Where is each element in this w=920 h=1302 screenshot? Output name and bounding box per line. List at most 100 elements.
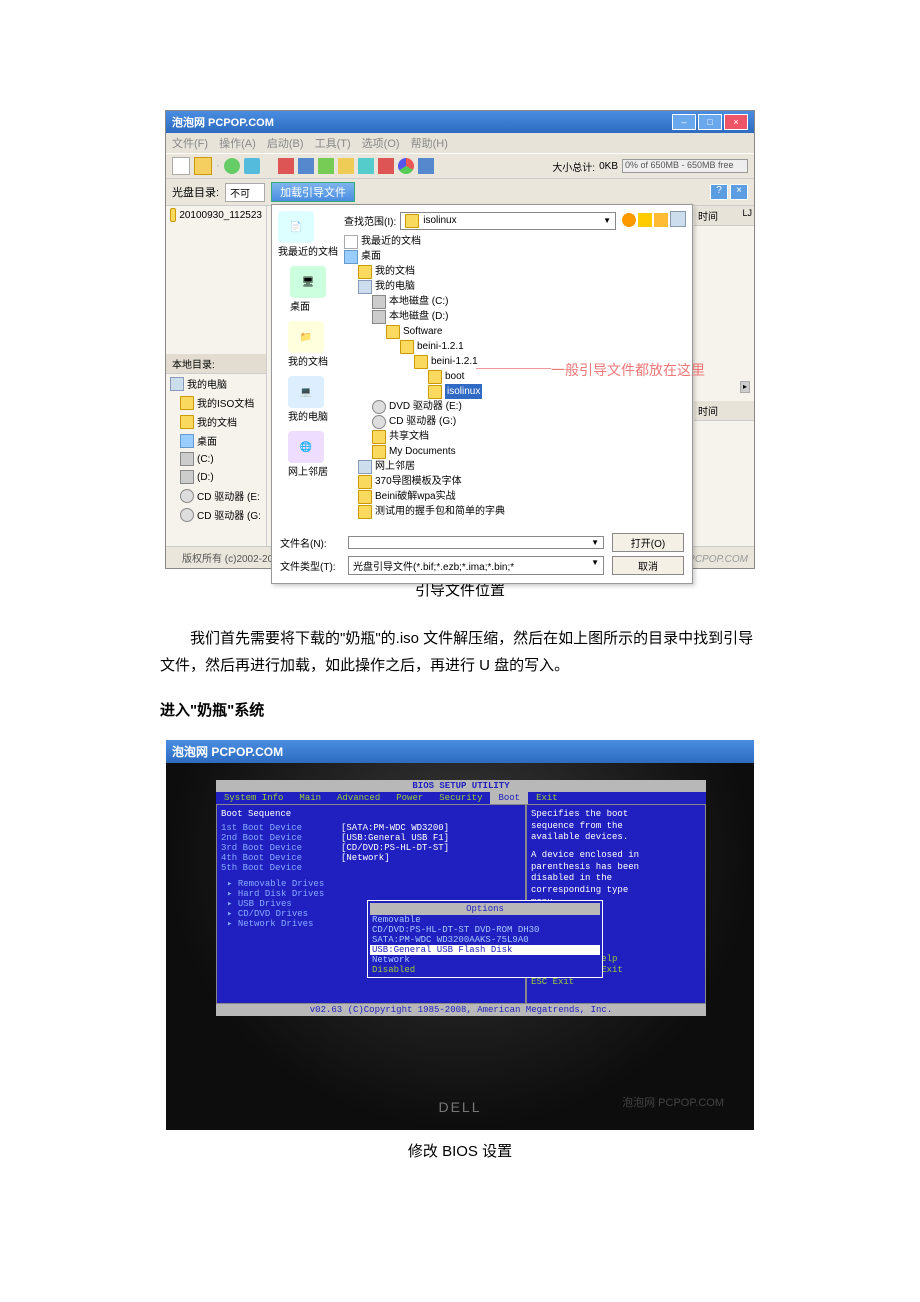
my-computer-node[interactable]: 我的电脑	[166, 374, 266, 393]
tab-advanced[interactable]: Advanced	[329, 792, 388, 804]
up-icon[interactable]	[638, 213, 652, 227]
tool-icon-1[interactable]	[278, 158, 294, 174]
help-button[interactable]: ?	[710, 184, 728, 200]
chart-icon[interactable]	[398, 158, 414, 174]
option-disabled[interactable]: Disabled	[370, 965, 600, 975]
menu-file[interactable]: 文件(F)	[172, 138, 208, 150]
tool-icon-4[interactable]	[338, 158, 354, 174]
option-sata[interactable]: SATA:PM-WDC WD3200AAKS-75L9A0	[370, 935, 600, 945]
tree-shared[interactable]: 共享文档	[344, 429, 686, 444]
open-icon[interactable]	[194, 157, 212, 175]
load-boot-button[interactable]: 加载引导文件	[271, 182, 355, 202]
disc-dir-input[interactable]: 不可	[225, 183, 265, 202]
tree-software[interactable]: Software	[344, 324, 686, 339]
d-drive-node[interactable]: (D:)	[166, 468, 266, 486]
menu-help[interactable]: 帮助(H)	[411, 138, 448, 150]
place-mypc[interactable]: 💻我的电脑	[288, 376, 328, 423]
tool-icon-5[interactable]	[358, 158, 374, 174]
minimize-button[interactable]: –	[672, 114, 696, 130]
cd-e-node[interactable]: CD 驱动器 (E:	[166, 486, 266, 505]
dell-logo: DELL	[438, 1099, 481, 1115]
tree-d-drive[interactable]: 本地磁盘 (D:)	[344, 309, 686, 324]
tree-tpl[interactable]: 370导图模板及字体	[344, 474, 686, 489]
scroll-arrow[interactable]: ▸	[740, 381, 750, 393]
hard-disk-drives[interactable]: ▸ Hard Disk Drives	[221, 889, 521, 899]
tree-cd-g[interactable]: CD 驱动器 (G:)	[344, 414, 686, 429]
close-button[interactable]: ×	[724, 114, 748, 130]
folder-icon	[358, 490, 372, 504]
tool-icon-2[interactable]	[298, 158, 314, 174]
boot-device-5[interactable]: 5th Boot Device	[221, 863, 521, 873]
desktop-node[interactable]: 桌面	[166, 431, 266, 450]
filename-input[interactable]: ▼	[348, 536, 604, 549]
menu-option[interactable]: 选项(O)	[362, 138, 400, 150]
cd-icon	[180, 489, 194, 503]
cd-g-node[interactable]: CD 驱动器 (G:	[166, 505, 266, 524]
tab-boot[interactable]: Boot	[490, 792, 528, 804]
back-icon[interactable]	[224, 158, 240, 174]
tree-beini1[interactable]: beini-1.2.1	[344, 339, 686, 354]
folder-icon	[372, 445, 386, 459]
tab-system-info[interactable]: System Info	[216, 792, 291, 804]
folder-icon	[358, 265, 372, 279]
tree-c-drive[interactable]: 本地磁盘 (C:)	[344, 294, 686, 309]
tab-exit[interactable]: Exit	[528, 792, 566, 804]
place-mydoc[interactable]: 📁我的文档	[288, 321, 328, 368]
my-iso-node[interactable]: 我的ISO文档	[166, 393, 266, 412]
boot-device-3[interactable]: 3rd Boot Device[CD/DVD:PS-HL-DT-ST]	[221, 843, 521, 853]
lookin-combo[interactable]: isolinux▼	[400, 212, 616, 230]
tab-power[interactable]: Power	[388, 792, 431, 804]
c-drive-node[interactable]: (C:)	[166, 450, 266, 468]
place-desktop[interactable]: 🖥桌面	[290, 266, 326, 313]
open-button[interactable]: 打开(O)	[612, 533, 684, 552]
info-icon[interactable]	[418, 158, 434, 174]
tree-isolinux[interactable]: isolinux	[344, 384, 686, 399]
boot-device-1[interactable]: 1st Boot Device[SATA:PM-WDC WD3200]	[221, 823, 521, 833]
back-icon[interactable]	[622, 213, 636, 227]
menu-tool[interactable]: 工具(T)	[315, 138, 351, 150]
screenshot-1: 泡泡网 PCPOP.COM – □ × 文件(F) 操作(A) 启动(B) 工具…	[165, 110, 755, 569]
tool-icon-6[interactable]	[378, 158, 394, 174]
tree-netplaces[interactable]: 网上邻居	[344, 459, 686, 474]
tree-recent[interactable]: 我最近的文档	[344, 234, 686, 249]
filetype-combo[interactable]: 光盘引导文件(*.bif;*.ezb;*.ima;*.bin;*▼	[348, 556, 604, 575]
new-icon[interactable]	[172, 157, 190, 175]
maximize-button[interactable]: □	[698, 114, 722, 130]
cd-icon	[180, 508, 194, 522]
time-header-2: 时间	[694, 401, 754, 421]
menu-action[interactable]: 操作(A)	[219, 138, 256, 150]
menu-boot[interactable]: 启动(B)	[267, 138, 304, 150]
tree-desktop[interactable]: 桌面	[344, 249, 686, 264]
tab-security[interactable]: Security	[431, 792, 490, 804]
removable-drives[interactable]: ▸ Removable Drives	[221, 879, 521, 889]
close-dialog-button[interactable]: ×	[730, 184, 748, 200]
computer-icon: 💻	[288, 376, 324, 408]
option-network[interactable]: Network	[370, 955, 600, 965]
tree-mydoc[interactable]: 我的文档	[344, 264, 686, 279]
my-docs-node[interactable]: 我的文档	[166, 412, 266, 431]
boot-device-4[interactable]: 4th Boot Device[Network]	[221, 853, 521, 863]
home-icon[interactable]	[244, 158, 260, 174]
tree-beini-crack[interactable]: Beini破解wpa实战	[344, 489, 686, 504]
view-icon[interactable]	[670, 211, 686, 227]
tool-icon-3[interactable]	[318, 158, 334, 174]
window-titlebar-2: 泡泡网 PCPOP.COM	[166, 740, 754, 763]
place-recent[interactable]: 📄我最近的文档	[278, 211, 338, 258]
tree-dvd-e[interactable]: DVD 驱动器 (E:)	[344, 399, 686, 414]
tab-main[interactable]: Main	[291, 792, 329, 804]
option-cddvd[interactable]: CD/DVD:PS-HL-DT-ST DVD-ROM DH30	[370, 925, 600, 935]
place-network[interactable]: 🌐网上邻居	[288, 431, 328, 478]
chevron-down-icon: ▼	[591, 558, 599, 573]
tree-mypc[interactable]: 我的电脑	[344, 279, 686, 294]
option-removable[interactable]: Removable	[370, 915, 600, 925]
boot-device-2[interactable]: 2nd Boot Device[USB:General USB F1]	[221, 833, 521, 843]
folder-icon	[386, 325, 400, 339]
timestamp-node[interactable]: 20100930_112523	[166, 206, 266, 224]
tree-mydocuments[interactable]: My Documents	[344, 444, 686, 459]
tree-test-dict[interactable]: 测试用的握手包和简单的字典	[344, 504, 686, 519]
option-usb-selected[interactable]: USB:General USB Flash Disk	[370, 945, 600, 955]
new-folder-icon[interactable]	[654, 213, 668, 227]
cancel-button[interactable]: 取消	[612, 556, 684, 575]
disk-progress: 0% of 650MB - 650MB free	[622, 159, 748, 173]
folder-icon	[372, 430, 386, 444]
